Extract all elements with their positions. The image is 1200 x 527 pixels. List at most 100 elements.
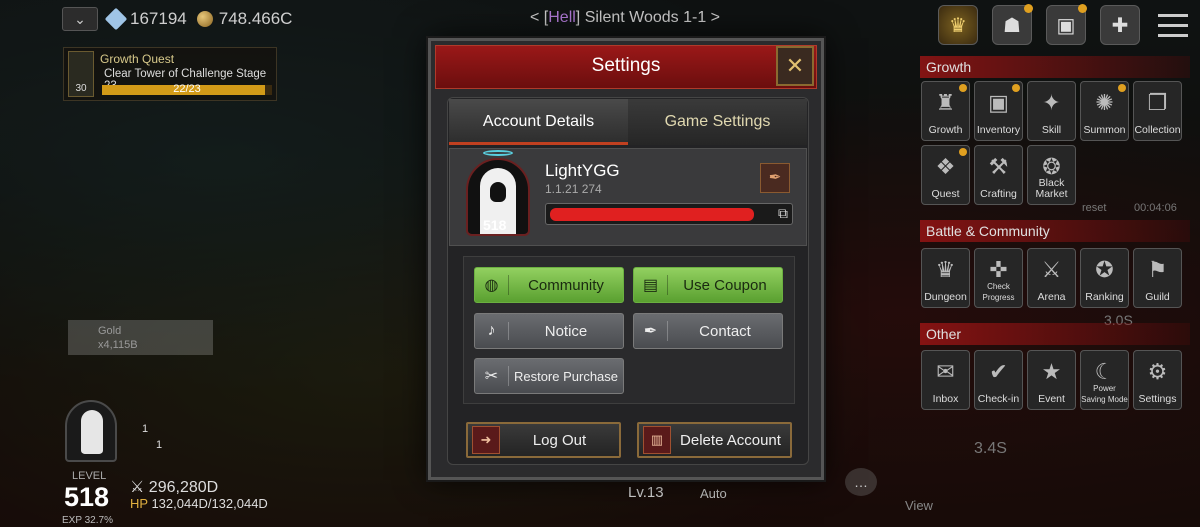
gold-gain-toast: Gold x4,115B [68, 320, 213, 355]
notice-button[interactable]: ♪ Notice [474, 313, 624, 349]
menu-label: Quest [931, 188, 960, 200]
menu-inbox[interactable]: ✉ Inbox [921, 350, 970, 410]
shop-button[interactable]: ♛ [938, 5, 978, 45]
auto-toggle[interactable]: Auto [700, 486, 727, 501]
gold-value: 748.466C [218, 9, 293, 28]
coupon-icon: ▤ [634, 275, 668, 295]
edit-name-button[interactable]: ✒ [760, 163, 790, 193]
helmet-icon: ☗ [1003, 14, 1021, 37]
menu-power-saving-mode[interactable]: ☾ Power Saving Mode [1080, 350, 1129, 410]
collapse-hud-button[interactable]: ⌄ [62, 7, 98, 31]
anvil-icon: ⚒ [988, 154, 1009, 179]
section-other: Other [920, 323, 1190, 345]
resource-bar: ⌄ 167194 748.466C [62, 7, 292, 31]
section-battle-community: Battle & Community [920, 220, 1190, 242]
notification-dot [1012, 84, 1020, 92]
bell-icon: ♪ [475, 322, 509, 340]
contact-button[interactable]: ✒ Contact [633, 313, 783, 349]
main-menu-button[interactable] [1158, 10, 1188, 40]
log-out-button[interactable]: ➜ Log Out [466, 422, 621, 458]
chat-icon: … [854, 474, 868, 490]
growth-quest-panel[interactable]: 30 Growth Quest Clear Tower of Challenge… [63, 47, 277, 101]
menu-label: Inbox [932, 393, 959, 405]
account-name: LightYGG [545, 161, 620, 180]
menu-summon[interactable]: ✺ Summon [1080, 81, 1129, 141]
close-button[interactable]: ✕ [776, 46, 814, 86]
view-button[interactable]: View [905, 498, 933, 513]
tab-account-details[interactable]: Account Details [449, 99, 628, 145]
menu-check-progress[interactable]: ✜ Check Progress [974, 248, 1023, 308]
character-button[interactable]: ☗ [992, 4, 1033, 45]
menu-growth[interactable]: ♜ Growth [921, 81, 970, 141]
menu-collection[interactable]: ❐ Collection [1133, 81, 1182, 141]
guild-banner-icon: ⚑ [1147, 257, 1168, 282]
gold-gain-label: Gold [98, 325, 122, 337]
tab-game-settings[interactable]: Game Settings [628, 99, 807, 145]
menu-black-market[interactable]: ❂ Black Market [1027, 145, 1076, 205]
menu-arena[interactable]: ⚔ Arena [1027, 248, 1076, 308]
avatar-level: 518 [483, 217, 507, 233]
copy-button[interactable]: ⧉ [778, 205, 788, 222]
notification-dot [959, 84, 967, 92]
side-value-2: 3.4S [974, 440, 1007, 457]
use-coupon-button[interactable]: ▤ Use Coupon [633, 267, 783, 303]
menu-skill[interactable]: ✦ Skill [1027, 81, 1076, 141]
book-icon: ✚ [1111, 14, 1129, 37]
menu-check-in[interactable]: ✔ Check-in [974, 350, 1023, 410]
notice-label: Notice [544, 322, 588, 340]
menu-label: Skill [1041, 124, 1062, 136]
wrench-icon: ✂ [475, 366, 509, 386]
moon-icon: ☾ [1094, 359, 1115, 384]
chat-button[interactable]: … [845, 468, 877, 496]
menu-guild[interactable]: ⚑ Guild [1133, 248, 1182, 308]
storage-button[interactable]: ▣ [1046, 4, 1087, 45]
book-button[interactable]: ✚ [1100, 5, 1140, 45]
chest-icon: ▣ [988, 90, 1009, 115]
menu-label: Inventory [976, 124, 1021, 136]
menu-label: Growth [928, 124, 963, 136]
settings-content: Account Details Game Settings 518 LightY… [447, 97, 809, 465]
community-label: Community [528, 276, 604, 294]
menu-quest[interactable]: ❖ Quest [921, 145, 970, 205]
delete-account-button[interactable]: ▥ Delete Account [637, 422, 792, 458]
section-growth: Growth [920, 56, 1190, 78]
menu-label: Check-in [977, 393, 1020, 405]
menu-dungeon[interactable]: ♛ Dungeon [921, 248, 970, 308]
menu-ranking[interactable]: ✪ Ranking [1080, 248, 1129, 308]
quest-icon: ❖ [935, 154, 956, 179]
settings-title: Settings [591, 55, 661, 76]
stage-title[interactable]: < [Hell] Silent Woods 1-1 > [530, 9, 720, 27]
bottom-level: Lv.13 [628, 484, 664, 501]
menu-crafting[interactable]: ⚒ Crafting [974, 145, 1023, 205]
check-in-icon: ✔ [989, 359, 1008, 384]
buff-1: 1 [142, 423, 149, 435]
menu-inventory[interactable]: ▣ Inventory [974, 81, 1023, 141]
menu-settings[interactable]: ⚙ Settings [1133, 350, 1182, 410]
quill-icon: ✒ [634, 321, 668, 341]
treasure-chest-icon: ♛ [949, 14, 967, 37]
quest-scroll-icon: 30 [68, 51, 94, 97]
menu-label: Power Saving Mode [1081, 384, 1128, 404]
reset-label: reset [1082, 202, 1107, 214]
summon-icon: ✺ [1095, 90, 1114, 115]
gem-value: 167194 [130, 9, 187, 28]
trash-icon: ▥ [643, 426, 671, 454]
notification-dot [1118, 84, 1126, 92]
settings-tabs: Account Details Game Settings [449, 99, 807, 145]
account-panel: 518 LightYGG 1.1.21 274 ⧉ ✒ [449, 148, 807, 246]
menu-label: Event [1038, 393, 1065, 405]
stage-name: ] Silent Woods 1-1 > [575, 9, 721, 26]
copy-icon: ⧉ [778, 205, 788, 221]
settings-button-area: ◍ Community ▤ Use Coupon ♪ Notice ✒ Cont… [463, 256, 795, 404]
player-portrait[interactable] [65, 400, 117, 462]
settings-modal: Settings ✕ Account Details Game Settings… [428, 38, 824, 480]
gem-counter: 167194 [104, 7, 187, 31]
level-label: LEVEL [72, 470, 107, 482]
restore-purchase-button[interactable]: ✂ Restore Purchase [474, 358, 624, 394]
menu-event[interactable]: ★ Event [1027, 350, 1076, 410]
contact-label: Contact [699, 322, 751, 340]
hood-icon: ♜ [935, 90, 956, 115]
community-button[interactable]: ◍ Community [474, 267, 624, 303]
battle-menu-row: ♛ Dungeon ✜ Check Progress ⚔ Arena ✪ Ranking ⚑ Gu… [921, 248, 1182, 308]
collection-icon: ❐ [1147, 90, 1168, 115]
